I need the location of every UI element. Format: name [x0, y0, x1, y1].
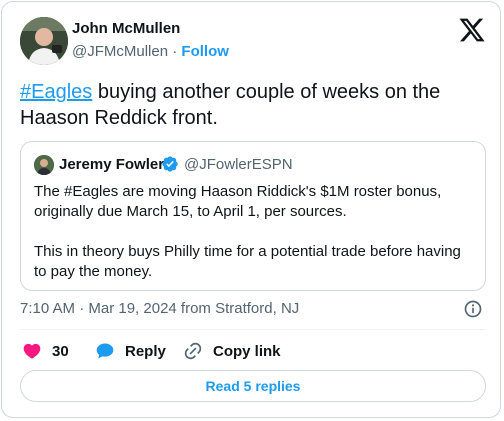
heart-icon: [23, 343, 41, 359]
info-icon[interactable]: [463, 299, 483, 319]
quote-author-avatar: [34, 155, 54, 175]
author-handle[interactable]: @JFMcMullen: [72, 43, 168, 60]
verified-badge-icon: [162, 156, 178, 172]
reply-label: Reply: [125, 342, 166, 360]
quote-tweet[interactable]: Jeremy Fowler @JFowlerESPN The #Eagles a…: [20, 141, 486, 291]
quote-paragraph-1: The #Eagles are moving Haason Riddick's …: [34, 183, 442, 220]
author-avatar[interactable]: [20, 17, 68, 65]
read-replies-button[interactable]: Read 5 replies: [20, 370, 486, 402]
tweet-card: John McMullen @JFMcMullen · Follow #Eagl…: [1, 1, 501, 418]
reply-bubble-icon: [96, 343, 114, 359]
follow-button[interactable]: Follow: [181, 43, 229, 60]
like-count: 30: [52, 342, 69, 360]
author-handle-line: @JFMcMullen · Follow: [72, 43, 229, 60]
copy-link-button[interactable]: Copy link: [183, 341, 281, 361]
quote-author-handle: @JFowlerESPN: [184, 156, 293, 173]
copy-link-label: Copy link: [213, 342, 281, 360]
quote-text: The #Eagles are moving Haason Riddick's …: [34, 182, 474, 282]
author-name[interactable]: John McMullen: [72, 20, 180, 37]
tweet-text: #Eagles buying another couple of weeks o…: [20, 79, 490, 131]
hashtag-link[interactable]: #Eagles: [20, 81, 92, 103]
divider: [20, 329, 486, 330]
link-icon: [184, 342, 202, 360]
quote-paragraph-2: This in theory buys Philly time for a po…: [34, 243, 461, 280]
reply-button[interactable]: Reply: [95, 341, 166, 361]
quote-author-name: Jeremy Fowler: [59, 156, 165, 173]
like-button[interactable]: 30: [22, 341, 69, 361]
separator-dot: ·: [172, 43, 178, 60]
tweet-timestamp[interactable]: 7:10 AM · Mar 19, 2024 from Stratford, N…: [20, 300, 299, 317]
x-logo-icon[interactable]: [458, 16, 486, 44]
